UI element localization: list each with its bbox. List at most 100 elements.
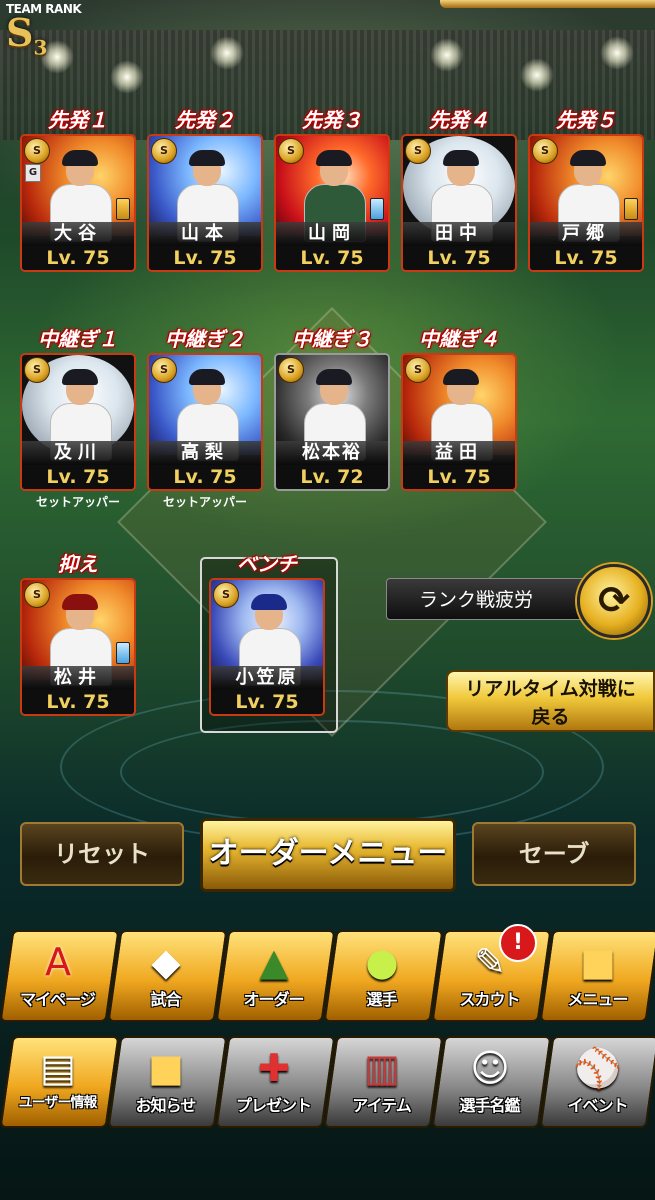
menu-player-directory[interactable]: ☺ 選手名鑑 xyxy=(431,1036,552,1128)
rarity-badge-icon: S xyxy=(24,357,50,383)
menu-menu[interactable]: ■ メニュー xyxy=(539,930,655,1022)
player-card[interactable]: S 田中 Lv. 75 xyxy=(401,134,517,272)
reliever-slot-1[interactable]: 中継ぎ１ S 及川 Lv. 75 セットアッパー xyxy=(20,327,136,509)
starter-slot-5[interactable]: 先発５ S 戸郷 Lv. 75 xyxy=(528,108,644,272)
team-tag: G xyxy=(25,164,41,182)
player-role: セットアッパー xyxy=(162,495,247,509)
menu-event[interactable]: ⚾ イベント xyxy=(539,1036,655,1128)
player-level: Lv. 75 xyxy=(22,465,134,489)
bench-slot[interactable]: ベンチ S 小笠原 Lv. 75 xyxy=(209,552,325,716)
player-card[interactable]: S 山岡 Lv. 75 xyxy=(274,134,390,272)
menu-label: 試合 xyxy=(150,990,181,1009)
stadium-icon: ◆ xyxy=(151,940,181,984)
menu-news[interactable]: ■ お知らせ xyxy=(107,1036,228,1128)
rank-fatigue-button[interactable]: ランク戦疲労 xyxy=(386,578,596,620)
menu-order[interactable]: ▲ オーダー xyxy=(215,930,336,1022)
player-card[interactable]: S 松本裕 Lv. 72 xyxy=(274,353,390,491)
player-card[interactable]: S 山本 Lv. 75 xyxy=(147,134,263,272)
rarity-badge-icon: S xyxy=(151,357,177,383)
player-card[interactable]: S 戸郷 Lv. 75 xyxy=(528,134,644,272)
menu-label: マイページ xyxy=(20,990,96,1009)
rarity-badge-icon: S xyxy=(278,357,304,383)
slot-label: 先発１ xyxy=(48,108,108,132)
baseball-bat-icon: ⚾ xyxy=(574,1046,622,1090)
slot-label: 抑え xyxy=(58,552,98,576)
player-name: 小笠原 xyxy=(211,666,323,690)
a-logo-icon: A xyxy=(45,940,71,984)
slot-label: 中継ぎ１ xyxy=(38,327,118,351)
player-card[interactable]: S 小笠原 Lv. 75 xyxy=(209,578,325,716)
menu-user-info[interactable]: ▤ ユーザー情報 xyxy=(0,1036,120,1128)
player-level: Lv. 75 xyxy=(149,246,261,270)
menu-present[interactable]: ✚ プレゼント xyxy=(215,1036,336,1128)
player-name: 高梨 xyxy=(149,441,261,465)
stadium-light xyxy=(600,36,634,70)
player-name: 松井 xyxy=(22,666,134,690)
starter-slot-2[interactable]: 先発２ S 山本 Lv. 75 xyxy=(147,108,263,272)
menu-game[interactable]: ◆ 試合 xyxy=(107,930,228,1022)
reliever-slot-2[interactable]: 中継ぎ２ S 高梨 Lv. 75 セットアッパー xyxy=(147,327,263,509)
menu-label: 選手 xyxy=(366,990,397,1009)
slot-label: 中継ぎ２ xyxy=(165,327,245,351)
player-name: 山本 xyxy=(149,222,261,246)
field-ring xyxy=(120,720,544,824)
rank-fatigue-label: ランク戦疲労 xyxy=(418,589,533,611)
sub-menu-row: ▤ ユーザー情報 ■ お知らせ ✚ プレゼント ▥ アイテム ☺ 選手名鑑 ⚾ … xyxy=(0,1036,655,1132)
return-realtime-button[interactable]: リアルタイム対戦に 戻る xyxy=(446,670,655,732)
menu-item[interactable]: ▥ アイテム xyxy=(323,1036,444,1128)
reset-button[interactable]: リセット xyxy=(20,822,184,886)
stadium-light xyxy=(430,38,464,72)
save-button[interactable]: セーブ xyxy=(472,822,636,886)
team-rank-level: 3 xyxy=(33,35,48,60)
order-menu-button[interactable]: オーダーメニュー xyxy=(200,818,456,892)
slot-label: 中継ぎ４ xyxy=(419,327,499,351)
team-rank-letter: S xyxy=(6,10,34,55)
player-card[interactable]: S G 大谷 Lv. 75 xyxy=(20,134,136,272)
rarity-badge-icon: S xyxy=(151,138,177,164)
player-card[interactable]: S 益田 Lv. 75 xyxy=(401,353,517,491)
player-name: 大谷 xyxy=(22,222,134,246)
player-name: 及川 xyxy=(22,441,134,465)
menu-label: メニュー xyxy=(567,990,628,1009)
player-icon: ● xyxy=(365,940,399,984)
player-level: Lv. 75 xyxy=(149,465,261,489)
slot-label: ベンチ xyxy=(237,552,297,576)
team-rank-value: S3 xyxy=(6,10,81,60)
slot-label: 中継ぎ３ xyxy=(292,327,372,351)
rarity-badge-icon: S xyxy=(278,138,304,164)
main-menu-row: A マイページ ◆ 試合 ▲ オーダー ● 選手 ✎ スカウト ■ メニュー xyxy=(0,930,655,1026)
slot-label: 先発４ xyxy=(429,108,489,132)
player-card[interactable]: S 及川 Lv. 75 xyxy=(20,353,136,491)
player-name: 益田 xyxy=(403,441,515,465)
condition-chip-icon xyxy=(116,642,130,664)
starter-slot-3[interactable]: 先発３ S 山岡 Lv. 75 xyxy=(274,108,390,272)
starter-slot-1[interactable]: 先発１ S G 大谷 Lv. 75 xyxy=(20,108,136,272)
player-level: Lv. 75 xyxy=(276,246,388,270)
mascot-icon: ■ xyxy=(580,940,616,984)
rarity-badge-icon: S xyxy=(213,582,239,608)
player-name: 田中 xyxy=(403,222,515,246)
reliever-slot-4[interactable]: 中継ぎ４ S 益田 Lv. 75 xyxy=(401,327,517,491)
menu-label: イベント xyxy=(567,1096,628,1115)
player-level: Lv. 75 xyxy=(403,246,515,270)
player-level: Lv. 75 xyxy=(22,690,134,714)
menu-mypage[interactable]: A マイページ xyxy=(0,930,120,1022)
closer-slot[interactable]: 抑え S 松井 Lv. 75 xyxy=(20,552,136,716)
menu-label: ユーザー情報 xyxy=(18,1095,98,1111)
player-card[interactable]: S 高梨 Lv. 75 xyxy=(147,353,263,491)
menu-label: アイテム xyxy=(352,1096,411,1115)
id-card-icon: ▤ xyxy=(40,1046,76,1090)
player-level: Lv. 75 xyxy=(22,246,134,270)
reliever-slot-3[interactable]: 中継ぎ３ S 松本裕 Lv. 72 xyxy=(274,327,390,491)
refresh-icon[interactable]: ⟳ xyxy=(577,564,651,638)
menu-label: スカウト xyxy=(459,990,520,1009)
return-realtime-label-2: 戻る xyxy=(531,706,570,728)
starter-slot-4[interactable]: 先発４ S 田中 Lv. 75 xyxy=(401,108,517,272)
player-card[interactable]: S 松井 Lv. 75 xyxy=(20,578,136,716)
player-level: Lv. 75 xyxy=(403,465,515,489)
menu-player[interactable]: ● 選手 xyxy=(323,930,444,1022)
player-name: 山岡 xyxy=(276,222,388,246)
stadium-light xyxy=(520,58,554,92)
slot-label: 先発３ xyxy=(302,108,362,132)
menu-label: プレゼント xyxy=(235,1096,312,1115)
